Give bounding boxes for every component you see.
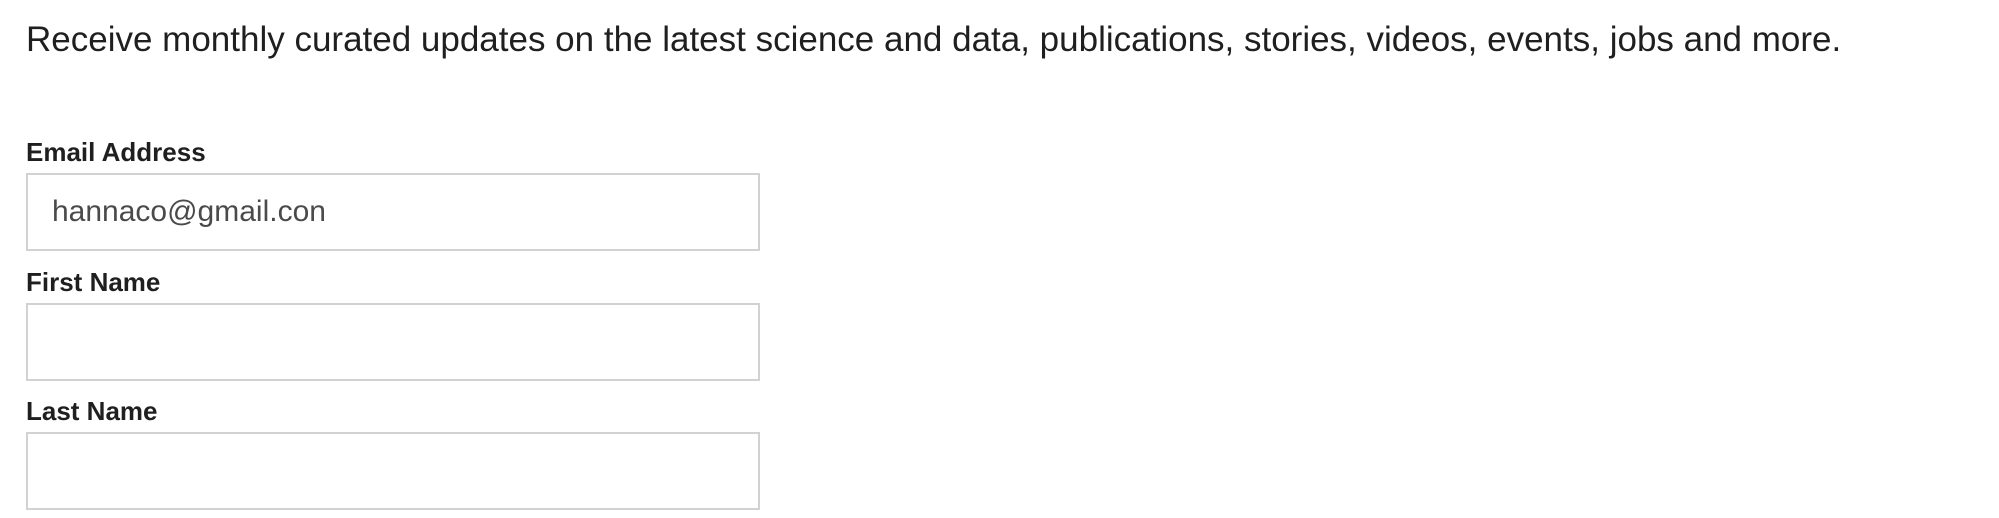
last-name-field-group: Last Name: [26, 396, 760, 510]
last-name-input[interactable]: [26, 432, 760, 510]
email-label: Email Address: [26, 137, 206, 167]
first-name-field-group: First Name: [26, 267, 760, 381]
email-input[interactable]: [26, 173, 760, 251]
email-field-group: Email Address: [26, 137, 760, 251]
first-name-label: First Name: [26, 267, 161, 297]
last-name-label: Last Name: [26, 396, 158, 426]
first-name-input[interactable]: [26, 303, 760, 381]
newsletter-description: Receive monthly curated updates on the l…: [26, 20, 1842, 59]
